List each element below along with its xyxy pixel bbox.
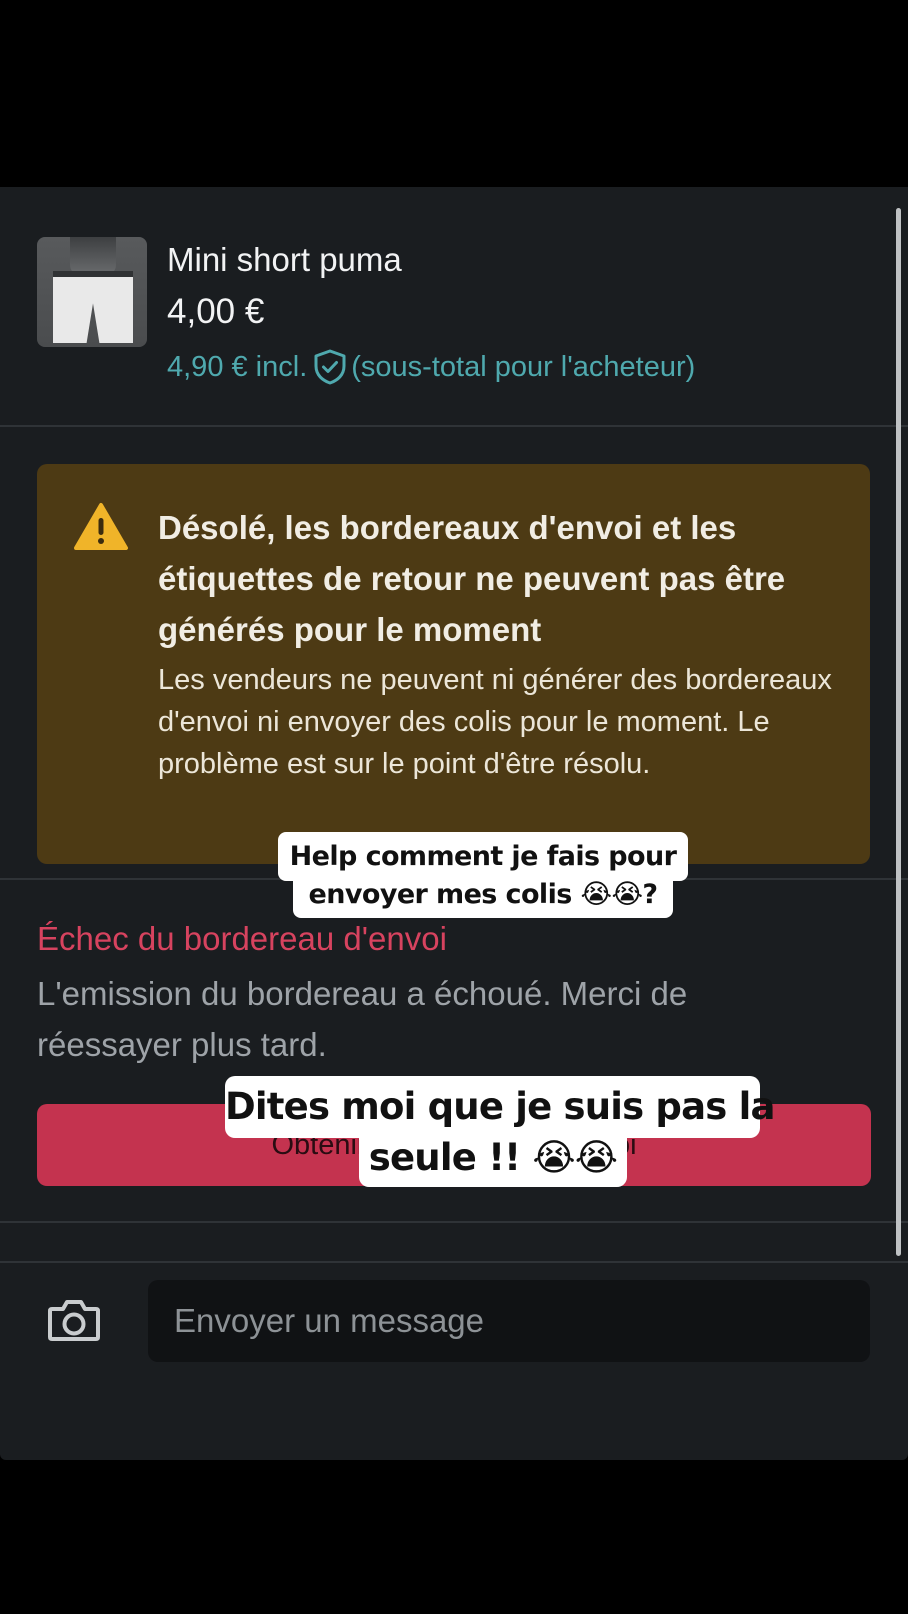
warning-triangle-icon [74,503,128,550]
camera-icon[interactable] [47,1297,101,1343]
message-input[interactable] [148,1280,870,1362]
buyer-total-note: (sous-total pour l'acheteur) [351,350,696,383]
error-title: Échec du bordereau d'envoi [37,920,447,957]
caption-overlay: seule !! 😭😭 [359,1128,627,1187]
buyer-total-price: 4,90 € incl. [167,350,308,383]
thumbnail-torso [70,237,116,275]
product-title: Mini short puma [167,241,402,278]
product-thumbnail[interactable] [37,237,147,347]
thumbnail-shorts [53,271,133,343]
error-body: L'emission du bordereau a échoué. Merci … [37,975,688,1063]
screen: Mini short puma 4,00 € 4,90 € incl. (sou… [0,0,908,1614]
warning-title: Désolé, les bordereaux d'envoi et les ét… [158,509,786,648]
scrollbar[interactable] [896,208,901,1256]
product-header[interactable]: Mini short puma 4,00 € 4,90 € incl. (sou… [0,187,908,427]
warning-body: Les vendeurs ne peuvent ni générer des b… [158,664,832,780]
divider [0,1261,908,1263]
shipping-warning-banner: Désolé, les bordereaux d'envoi et les ét… [37,464,870,864]
shield-check-icon [314,349,346,385]
buyer-total[interactable]: 4,90 € incl. (sous-total pour l'acheteur… [167,349,695,385]
thumbnail-waistband [53,271,133,277]
caption-overlay: envoyer mes colis 😭😭? [293,871,673,918]
divider [0,1221,908,1223]
conversation-screen: Mini short puma 4,00 € 4,90 € incl. (sou… [0,187,908,1460]
product-price: 4,00 € [167,292,265,331]
